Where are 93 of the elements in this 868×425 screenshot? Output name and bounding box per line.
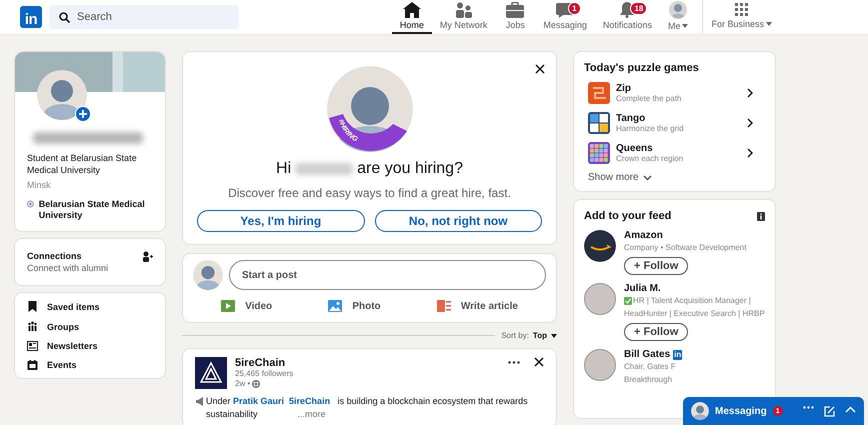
- avatar-icon: [691, 402, 709, 420]
- see-more-link[interactable]: ...more: [298, 409, 326, 419]
- chevron-right-icon: [747, 118, 753, 128]
- post-time: 2w •: [235, 379, 250, 389]
- post-action-button[interactable]: Write article: [428, 296, 526, 316]
- tango-game-icon: [588, 112, 610, 134]
- post-action-button[interactable]: Photo: [320, 296, 389, 316]
- home-icon: [402, 2, 421, 18]
- company-logo-icon[interactable]: [584, 230, 616, 262]
- close-button[interactable]: [534, 62, 546, 74]
- add-person-icon[interactable]: [142, 251, 153, 262]
- post-link[interactable]: 5ireChain: [289, 396, 330, 406]
- puzzle-game-item[interactable]: Queens Crown each region: [584, 142, 765, 164]
- feed-title: Add to your feed: [584, 210, 672, 222]
- connections-subtitle: Connect with alumni: [27, 263, 108, 273]
- avatar-icon: [37, 70, 87, 120]
- suggestion-description: Company • Software Development: [624, 242, 746, 254]
- post-action-button[interactable]: Video: [213, 296, 280, 316]
- puzzle-game-item[interactable]: Tango Harmonize the grid: [584, 112, 765, 134]
- feed-suggestion-name[interactable]: Bill Gates: [624, 349, 670, 360]
- nav-item[interactable]: 18 Notifications: [594, 0, 660, 34]
- newsletter-icon: [27, 341, 38, 351]
- puzzles-title: Today's puzzle games: [584, 62, 700, 74]
- shortcut-item[interactable]: Events: [27, 360, 153, 370]
- school-link[interactable]: Belarusian State Medical University: [38, 199, 153, 221]
- nav-item[interactable]: Me: [660, 0, 704, 34]
- post-link[interactable]: Pratik Gauri: [233, 396, 284, 406]
- feed-suggestion-name[interactable]: Julia M.: [624, 283, 661, 294]
- greeting-text: Hi: [276, 160, 292, 178]
- globe-icon: [252, 380, 260, 388]
- avatar-icon: [669, 1, 688, 19]
- nav-item[interactable]: 1 Messaging: [535, 0, 595, 34]
- post-author[interactable]: 5ireChain: [235, 357, 294, 369]
- show-more-button[interactable]: Show more: [588, 172, 652, 183]
- megaphone-icon: [195, 397, 205, 406]
- article-icon: [436, 300, 451, 312]
- suggestion-description: Breakthrough: [624, 374, 674, 386]
- nav-item[interactable]: My Network: [432, 0, 496, 34]
- more-options-icon[interactable]: [803, 406, 814, 408]
- photo-placeholder[interactable]: [584, 349, 616, 381]
- video-icon: [221, 300, 236, 312]
- people-icon: [27, 321, 38, 332]
- compose-icon[interactable]: [824, 406, 835, 416]
- caret-icon: [682, 24, 688, 28]
- follow-button[interactable]: + Follow: [624, 257, 688, 275]
- feed-suggestion-name[interactable]: Amazon: [624, 230, 663, 241]
- shortcut-item[interactable]: Groups: [27, 321, 153, 332]
- zip-game-icon: [588, 82, 610, 104]
- for-business-menu[interactable]: For Business: [703, 0, 780, 34]
- chevron-down-icon: [642, 174, 652, 180]
- calendar-icon: [27, 360, 38, 370]
- shortcut-item[interactable]: Newsletters: [27, 341, 153, 351]
- suggestion-description: Chair, Gates F: [624, 361, 677, 373]
- chevron-right-icon: [747, 88, 753, 98]
- school-logo-icon: [27, 199, 34, 209]
- chevron-right-icon: [747, 148, 753, 158]
- connections-title[interactable]: Connections: [27, 251, 108, 261]
- more-options-button[interactable]: [508, 360, 520, 364]
- avatar-icon: [193, 260, 223, 290]
- caret-icon: [766, 22, 772, 26]
- hiring-answer-button[interactable]: No, not right now: [374, 210, 542, 232]
- suggestion-description: HeadHunter | Executive Search | HRBP: [624, 308, 765, 320]
- nav-item[interactable]: Jobs: [495, 0, 536, 34]
- follow-button[interactable]: + Follow: [624, 323, 688, 341]
- logo[interactable]: in: [20, 6, 42, 28]
- expand-icon[interactable]: [845, 406, 856, 412]
- shortcut-item[interactable]: Saved items: [27, 301, 153, 312]
- bookmark-icon: [27, 301, 38, 312]
- profile-location: Minsk: [27, 179, 52, 191]
- hiring-question: are you hiring?: [357, 160, 463, 178]
- post-text: Under Pratik Gauri 5ireChain is building a blockchain ecosystem that rewards sustainability ...more: [206, 395, 529, 421]
- follower-count: 25,465 followers: [235, 369, 294, 379]
- puzzle-game-item[interactable]: Zip Complete the path: [584, 82, 765, 104]
- suggestion-description: HR | Talent Acquisition Manager |: [633, 295, 751, 307]
- linkedin-badge-icon: in: [673, 350, 682, 360]
- nav-item[interactable]: Home: [392, 0, 432, 34]
- close-button[interactable]: [534, 357, 544, 367]
- hiring-answer-button[interactable]: Yes, I'm hiring: [197, 210, 364, 232]
- photo-placeholder[interactable]: [584, 283, 616, 315]
- add-photo-icon[interactable]: [75, 106, 91, 122]
- photo-icon: [328, 300, 342, 312]
- notification-badge: 1: [568, 2, 581, 15]
- search-field[interactable]: Search: [49, 5, 239, 29]
- queens-game-icon: [588, 142, 610, 164]
- notification-badge: 18: [630, 2, 648, 15]
- people-icon: [454, 2, 473, 18]
- start-post-field[interactable]: Start a post: [229, 260, 546, 290]
- info-icon[interactable]: [757, 212, 765, 220]
- grid-icon: [734, 3, 749, 17]
- sort-dropdown[interactable]: Sort by: Top: [501, 331, 557, 340]
- profile-headline: Student at Belarusian State Medical University: [27, 152, 138, 176]
- blurred-name: [295, 163, 354, 175]
- hiring-subtitle: Discover free and easy ways to find a great hire, fast.: [228, 186, 511, 200]
